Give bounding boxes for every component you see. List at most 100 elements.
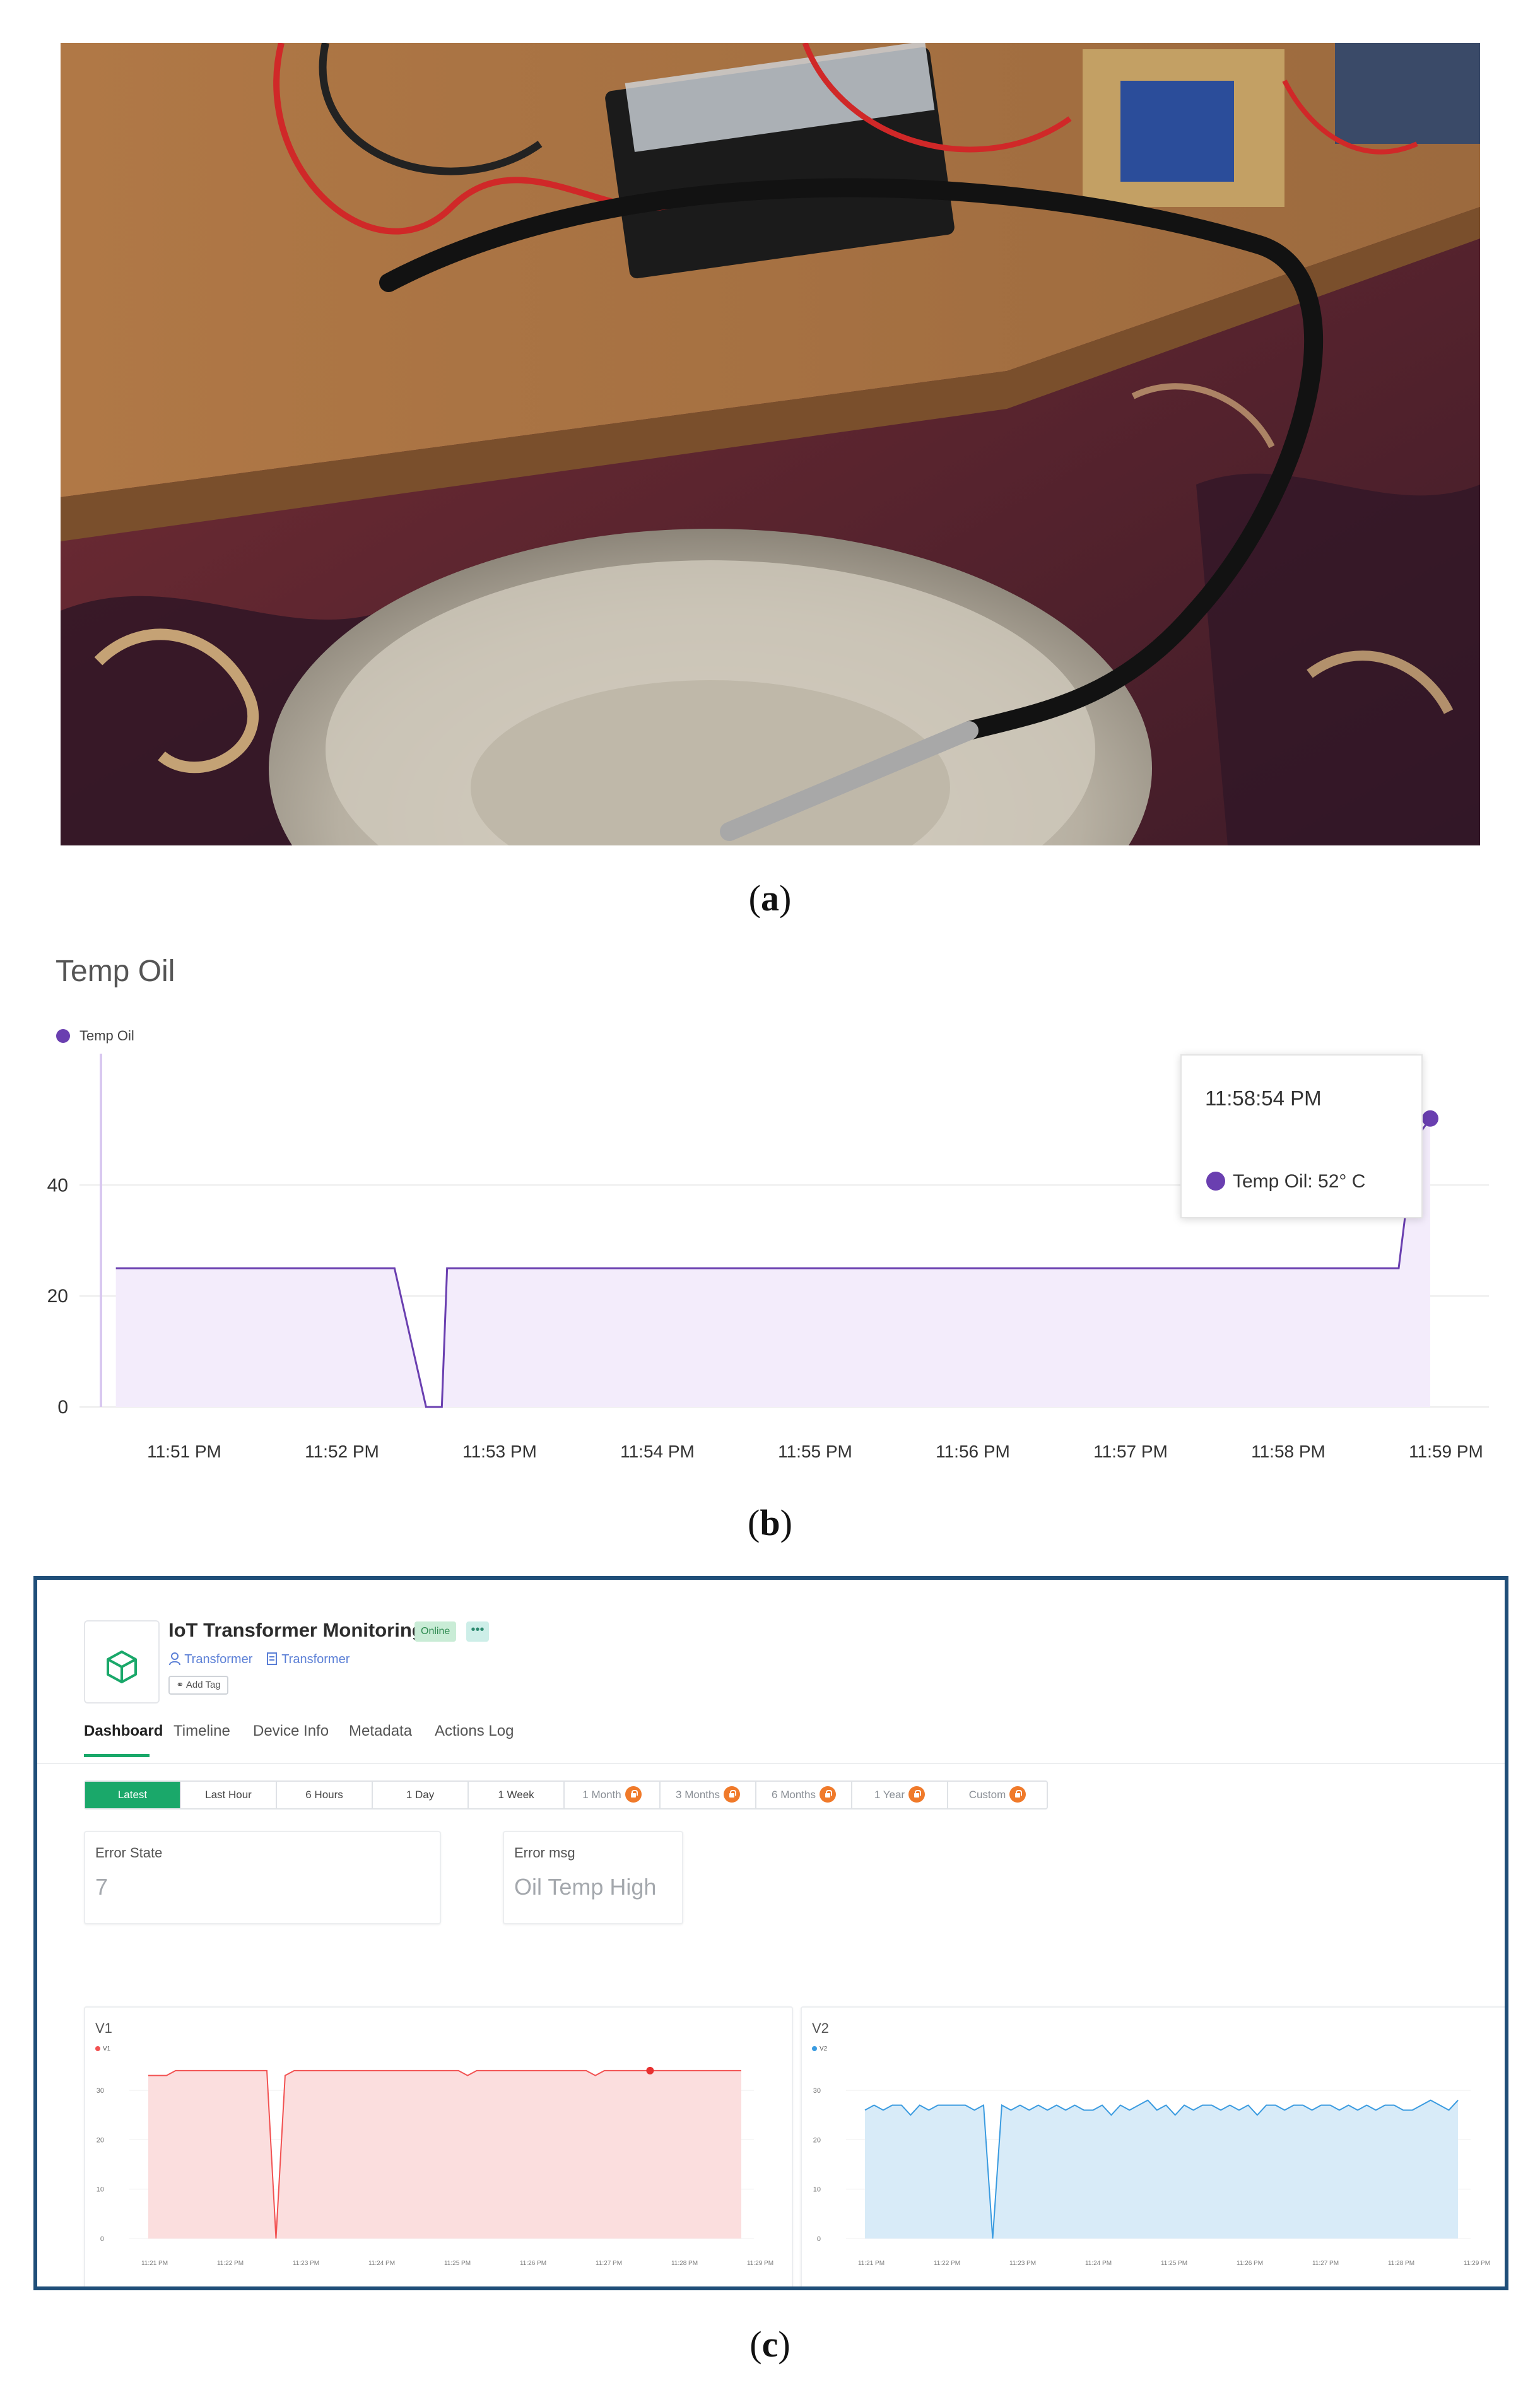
range-latest[interactable]: Latest (85, 1782, 181, 1808)
lock-icon (1009, 1786, 1026, 1803)
tab-device-info[interactable]: Device Info (253, 1722, 329, 1740)
y-tick-label: 20 (47, 1286, 68, 1307)
v2-chart-svg: 0 10 20 30 11:21 PM 11:22 PM 11:23 PM 11:24 PM 1… (813, 2087, 1490, 2267)
range-1-week[interactable]: 1 Week (469, 1782, 565, 1808)
lock-icon (908, 1786, 926, 1803)
tabs-divider (37, 1763, 1505, 1764)
x-tick-label: 11:53 PM (462, 1442, 537, 1461)
error-msg-value: Oil Temp High (514, 1874, 657, 1900)
add-tag-label: Add Tag (185, 1680, 221, 1690)
x-tick-label: 11:56 PM (936, 1442, 1010, 1461)
error-msg-card: Error msg Oil Temp High (503, 1831, 683, 1924)
temp-oil-chart: Temp Oil Temp Oil 0 20 40 11:51 PM 11:52 PM 1… (38, 940, 1514, 1483)
x-tick-label: 11:29 PM (1464, 2260, 1490, 2267)
x-tick-label: 11:52 PM (305, 1442, 379, 1461)
iot-dashboard-panel: IoT Transformer Monitoring Online ••• Tr… (33, 1576, 1508, 2290)
x-tick-label: 11:21 PM (141, 2260, 168, 2267)
x-tick-label: 11:28 PM (1388, 2260, 1414, 2267)
v2-chart-card: V2 V2 0 10 20 30 11:21 PM 11:22 PM 11:23 PM 11:… (801, 2006, 1505, 2286)
owner-link[interactable]: Transformer (168, 1652, 252, 1667)
caption-b: (b) (748, 1502, 792, 1543)
more-button[interactable]: ••• (466, 1621, 489, 1642)
tooltip-box (1180, 1054, 1423, 1218)
x-tick-label: 11:21 PM (858, 2260, 885, 2267)
tab-metadata[interactable]: Metadata (349, 1722, 412, 1740)
x-tick-label: 11:27 PM (1312, 2260, 1339, 2267)
v1-hover-point[interactable] (646, 2066, 654, 2074)
x-tick-label: 11:26 PM (1237, 2260, 1263, 2267)
x-tick-label: 11:55 PM (778, 1442, 852, 1461)
x-tick-label: 11:54 PM (620, 1442, 695, 1461)
x-tick-label: 11:25 PM (444, 2260, 471, 2267)
tooltip-swatch (1206, 1172, 1225, 1191)
x-tick-label: 11:51 PM (147, 1442, 221, 1461)
y-tick-label: 10 (813, 2186, 821, 2194)
x-tick-label: 11:57 PM (1093, 1442, 1168, 1461)
x-tick-label: 11:29 PM (747, 2260, 773, 2267)
tab-timeline[interactable]: Timeline (173, 1722, 230, 1740)
highlight-point[interactable] (1422, 1110, 1438, 1127)
error-msg-label: Error msg (514, 1845, 575, 1861)
x-tick-label: 11:26 PM (520, 2260, 546, 2267)
range-last-hour[interactable]: Last Hour (181, 1782, 277, 1808)
template-link-label: Transformer (281, 1652, 350, 1666)
x-tick-label: 11:24 PM (368, 2260, 395, 2267)
y-tick-label: 0 (100, 2235, 104, 2243)
legend-label: Temp Oil (79, 1028, 134, 1044)
tag-icon: ⚭ (176, 1680, 184, 1690)
photo-temperature-probe (61, 43, 1480, 845)
y-tick-label: 0 (57, 1397, 68, 1418)
range-6-months-label: 6 Months (772, 1789, 816, 1801)
range-1-day[interactable]: 1 Day (373, 1782, 469, 1808)
tooltip-time: 11:58:54 PM (1205, 1086, 1322, 1110)
legend-swatch (56, 1029, 70, 1043)
range-1-year-label: 1 Year (874, 1789, 905, 1801)
x-tick-label: 11:24 PM (1085, 2260, 1112, 2267)
active-tab-indicator (84, 1754, 150, 1757)
range-6-hours[interactable]: 6 Hours (277, 1782, 373, 1808)
add-tag-button[interactable]: ⚭ Add Tag (168, 1676, 228, 1695)
chart-title: Temp Oil (56, 955, 175, 988)
error-state-value: 7 (95, 1874, 109, 1900)
x-tick-label: 11:22 PM (934, 2260, 960, 2267)
time-range-selector: Latest Last Hour 6 Hours 1 Day 1 Week 1 … (84, 1780, 1048, 1809)
owner-link-label: Transformer (184, 1652, 253, 1666)
y-tick-label: 30 (97, 2087, 104, 2095)
range-3-months[interactable]: 3 Months (661, 1782, 756, 1808)
range-1-month-label: 1 Month (582, 1789, 621, 1801)
y-tick-label: 20 (813, 2136, 821, 2144)
photo-icon (61, 43, 1480, 845)
template-link[interactable]: Transformer (266, 1652, 350, 1667)
y-tick-label: 20 (97, 2136, 104, 2144)
tab-dashboard[interactable]: Dashboard (84, 1722, 163, 1740)
y-tick-label: 0 (817, 2235, 821, 2243)
range-1-month[interactable]: 1 Month (565, 1782, 661, 1808)
error-state-card: Error State 7 (84, 1831, 441, 1924)
range-custom[interactable]: Custom (948, 1782, 1047, 1808)
status-badge: Online (414, 1621, 457, 1642)
range-1-year[interactable]: 1 Year (852, 1782, 948, 1808)
x-tick-label: 11:27 PM (596, 2260, 622, 2267)
tab-actions-log[interactable]: Actions Log (435, 1722, 514, 1740)
x-tick-label: 11:28 PM (671, 2260, 698, 2267)
range-3-months-label: 3 Months (676, 1789, 720, 1801)
error-state-label: Error State (95, 1845, 163, 1861)
x-tick-label: 11:23 PM (293, 2260, 319, 2267)
range-6-months[interactable]: 6 Months (756, 1782, 852, 1808)
template-icon (267, 1652, 277, 1665)
v1-chart-card: V1 V1 0 10 20 30 11:21 PM 11:22 PM 11:23 PM 11:… (84, 2006, 793, 2286)
tooltip-value: Temp Oil: 52° C (1233, 1171, 1365, 1192)
tooltip: 11:58:54 PM Temp Oil: 52° C (1180, 1054, 1423, 1218)
user-icon (169, 1652, 180, 1666)
y-tick-label: 40 (47, 1175, 68, 1196)
x-tick-label: 11:59 PM (1409, 1442, 1483, 1461)
lock-icon (625, 1786, 642, 1803)
cube-icon (107, 1651, 137, 1683)
x-tick-label: 11:22 PM (217, 2260, 244, 2267)
series-area (148, 2070, 741, 2239)
x-tick-label: 11:58 PM (1251, 1442, 1325, 1461)
device-icon-box (84, 1620, 160, 1704)
x-tick-label: 11:25 PM (1161, 2260, 1187, 2267)
y-tick-label: 30 (813, 2087, 821, 2095)
range-custom-label: Custom (968, 1789, 1006, 1801)
